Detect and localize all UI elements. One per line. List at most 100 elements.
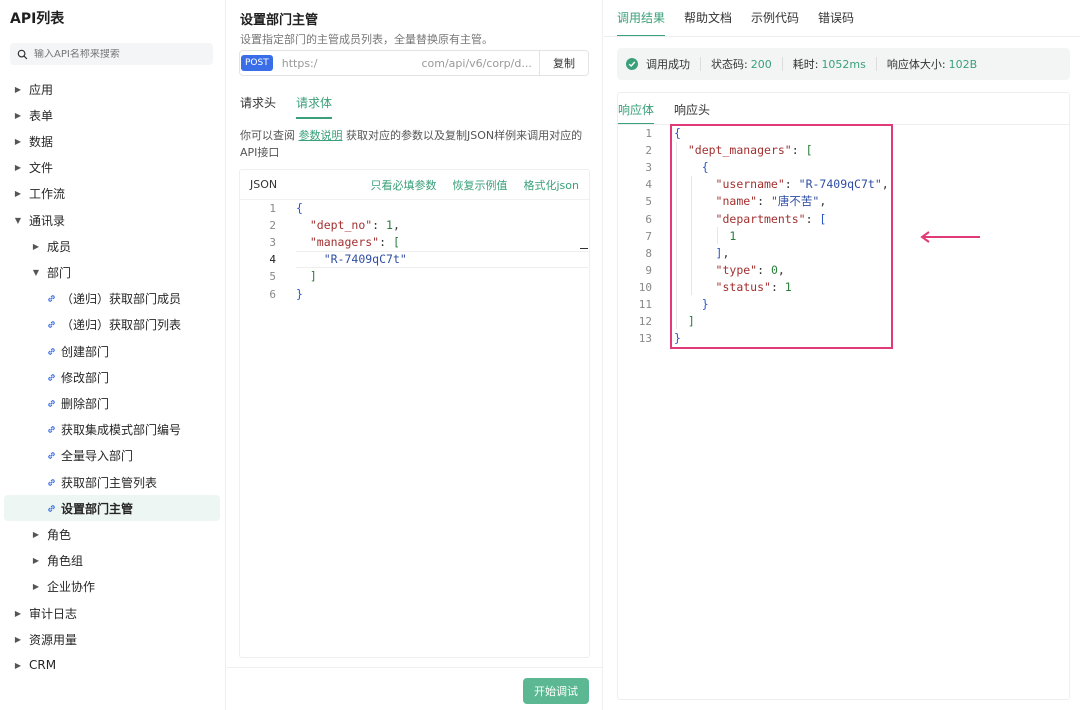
- code-token: "R-7409qC7t": [323, 252, 407, 267]
- api-link-icon: [46, 398, 57, 409]
- tab-response-headers[interactable]: 响应头: [674, 101, 710, 125]
- sidebar-item[interactable]: ▶ 文件: [0, 155, 220, 181]
- sidebar-item[interactable]: 删除部门: [0, 390, 220, 416]
- line-number: 12: [638, 315, 652, 329]
- caret-right-icon: ▶: [14, 634, 22, 644]
- caret-right-icon: ▶: [14, 136, 22, 146]
- time-value: 1052ms: [821, 57, 866, 71]
- size-label: 响应体大小:: [886, 58, 946, 71]
- sidebar-item[interactable]: （递归）获取部门成员: [0, 286, 220, 312]
- hint-text-before: 你可以查阅: [240, 129, 299, 142]
- caret-right-icon: ▶: [14, 608, 22, 618]
- call-success-text: 调用成功: [646, 58, 690, 71]
- line-number: 6: [269, 287, 276, 301]
- sidebar-item-label: 部门: [47, 265, 72, 280]
- sidebar-item[interactable]: 创建部门: [0, 338, 220, 364]
- line-number: 4: [645, 178, 652, 192]
- code-token: 1: [386, 218, 393, 233]
- sidebar-item[interactable]: ▼ 部门: [0, 259, 220, 285]
- sidebar-item[interactable]: ▶ 应用: [0, 76, 220, 102]
- api-title: 设置部门主管: [240, 13, 319, 28]
- caret-right-icon: ▶: [14, 660, 22, 670]
- copy-button[interactable]: 复制: [539, 51, 588, 75]
- tab-call-result[interactable]: 调用结果: [617, 9, 666, 37]
- caret-down-icon: ▼: [14, 215, 22, 225]
- request-hint: 你可以查阅 参数说明 获取对应的参数以及复制JSON样例来调用对应的API接口: [240, 127, 592, 161]
- sidebar-item[interactable]: ▶ 资源用量: [0, 626, 220, 652]
- api-link-icon: [46, 477, 57, 488]
- restore-example-button[interactable]: 恢复示例值: [453, 177, 508, 193]
- json-label: JSON: [250, 178, 278, 191]
- sidebar-item-label: 资源用量: [29, 632, 78, 647]
- code-token: {: [296, 201, 303, 215]
- caret-right-icon: ▶: [14, 110, 22, 120]
- sidebar-item[interactable]: ▶ 审计日志: [0, 600, 220, 626]
- line-number: 1: [645, 127, 652, 140]
- search-box[interactable]: [10, 43, 213, 65]
- tab-help-docs[interactable]: 帮助文档: [684, 9, 732, 37]
- tab-request-body[interactable]: 请求体: [296, 94, 333, 119]
- sidebar-item[interactable]: ▶ 表单: [0, 102, 220, 128]
- tab-error-codes[interactable]: 错误码: [818, 9, 854, 37]
- request-code[interactable]: 1{2 "dept_no": 1, 3 "managers": [4 "R-740…: [240, 200, 589, 650]
- sidebar-item[interactable]: 全量导入部门: [0, 443, 220, 469]
- tab-example-code[interactable]: 示例代码: [751, 9, 799, 37]
- json-editor[interactable]: JSON 只看必填参数 恢复示例值 格式化json 1 {2 "dept_no":…: [239, 169, 590, 658]
- request-tabs: 请求头 请求体: [240, 94, 333, 119]
- code-token: }: [296, 286, 303, 301]
- size-value: 102B: [948, 57, 978, 71]
- sidebar-item[interactable]: ▶ 角色: [0, 521, 220, 547]
- sidebar-item-label: 修改部门: [61, 370, 110, 385]
- sidebar-item[interactable]: 获取集成模式部门编号: [0, 417, 220, 443]
- line-number: 10: [638, 280, 652, 294]
- search-icon: [17, 49, 28, 59]
- sidebar-item[interactable]: 修改部门: [0, 364, 220, 390]
- sidebar-item-label: CRM: [29, 658, 57, 673]
- response-box: 响应体 响应头 1{2 "dept_managers": [3 {4 "user…: [617, 92, 1070, 700]
- search-input[interactable]: [34, 48, 204, 60]
- sidebar-item[interactable]: ▶ 工作流: [0, 181, 220, 207]
- sidebar-item[interactable]: ▼ 通讯录: [0, 207, 220, 233]
- sidebar-item-label: 成员: [47, 239, 72, 254]
- sidebar-item[interactable]: 设置部门主管: [4, 495, 220, 522]
- line-number: 9: [645, 263, 652, 277]
- sidebar-item-label: 工作流: [29, 187, 66, 202]
- sidebar-item[interactable]: 获取部门主管列表: [0, 469, 220, 495]
- caret-down-icon: ▼: [32, 267, 40, 277]
- method-badge: POST: [241, 55, 273, 71]
- line-number: 5: [645, 195, 652, 209]
- tab-response-body[interactable]: 响应体: [618, 101, 655, 125]
- code-line: }: [296, 286, 303, 303]
- format-json-button[interactable]: 格式化json: [524, 177, 580, 193]
- status-bar: 调用成功 状态码: 200 耗时: 1052ms 响应体大小: 102B: [617, 48, 1070, 80]
- sidebar-item[interactable]: ▶ 企业协作: [0, 574, 220, 600]
- line-number: 8: [645, 246, 652, 260]
- url-text[interactable]: https:/ com/api/v6/corp/d...: [273, 57, 539, 70]
- status-code-label: 状态码:: [711, 58, 748, 71]
- code-line: "R-7409qC7t": [296, 251, 407, 268]
- line-number: 7: [645, 229, 652, 243]
- highlight-box: [670, 124, 893, 349]
- code-token: "dept_no": [309, 218, 373, 233]
- sidebar-item-label: 设置部门主管: [61, 501, 134, 516]
- param-doc-link[interactable]: 参数说明: [299, 129, 343, 142]
- sidebar-item[interactable]: ▶ 角色组: [0, 548, 220, 574]
- sidebar-item[interactable]: ▶ 成员: [0, 233, 220, 259]
- code-line: "managers": [: [296, 234, 400, 251]
- sidebar-item-label: 角色: [47, 527, 72, 542]
- json-editor-header: JSON 只看必填参数 恢复示例值 格式化json: [240, 170, 589, 200]
- sidebar-item[interactable]: ▶ 数据: [0, 128, 220, 154]
- sidebar-item-label: 获取部门主管列表: [61, 475, 158, 490]
- response-tabs: 响应体 响应头: [618, 101, 710, 125]
- status-divider: [875, 57, 877, 71]
- time-label: 耗时:: [792, 58, 819, 71]
- required-only-button[interactable]: 只看必填参数: [371, 177, 437, 193]
- sidebar-item-label: 全量导入部门: [61, 449, 134, 464]
- sidebar-item[interactable]: ▶ CRM: [0, 652, 220, 678]
- sidebar-item[interactable]: （递归）获取部门列表: [0, 312, 220, 338]
- start-debug-button[interactable]: 开始调试: [523, 678, 589, 704]
- tab-request-headers[interactable]: 请求头: [240, 94, 276, 119]
- sidebar-item-label: 删除部门: [61, 396, 110, 411]
